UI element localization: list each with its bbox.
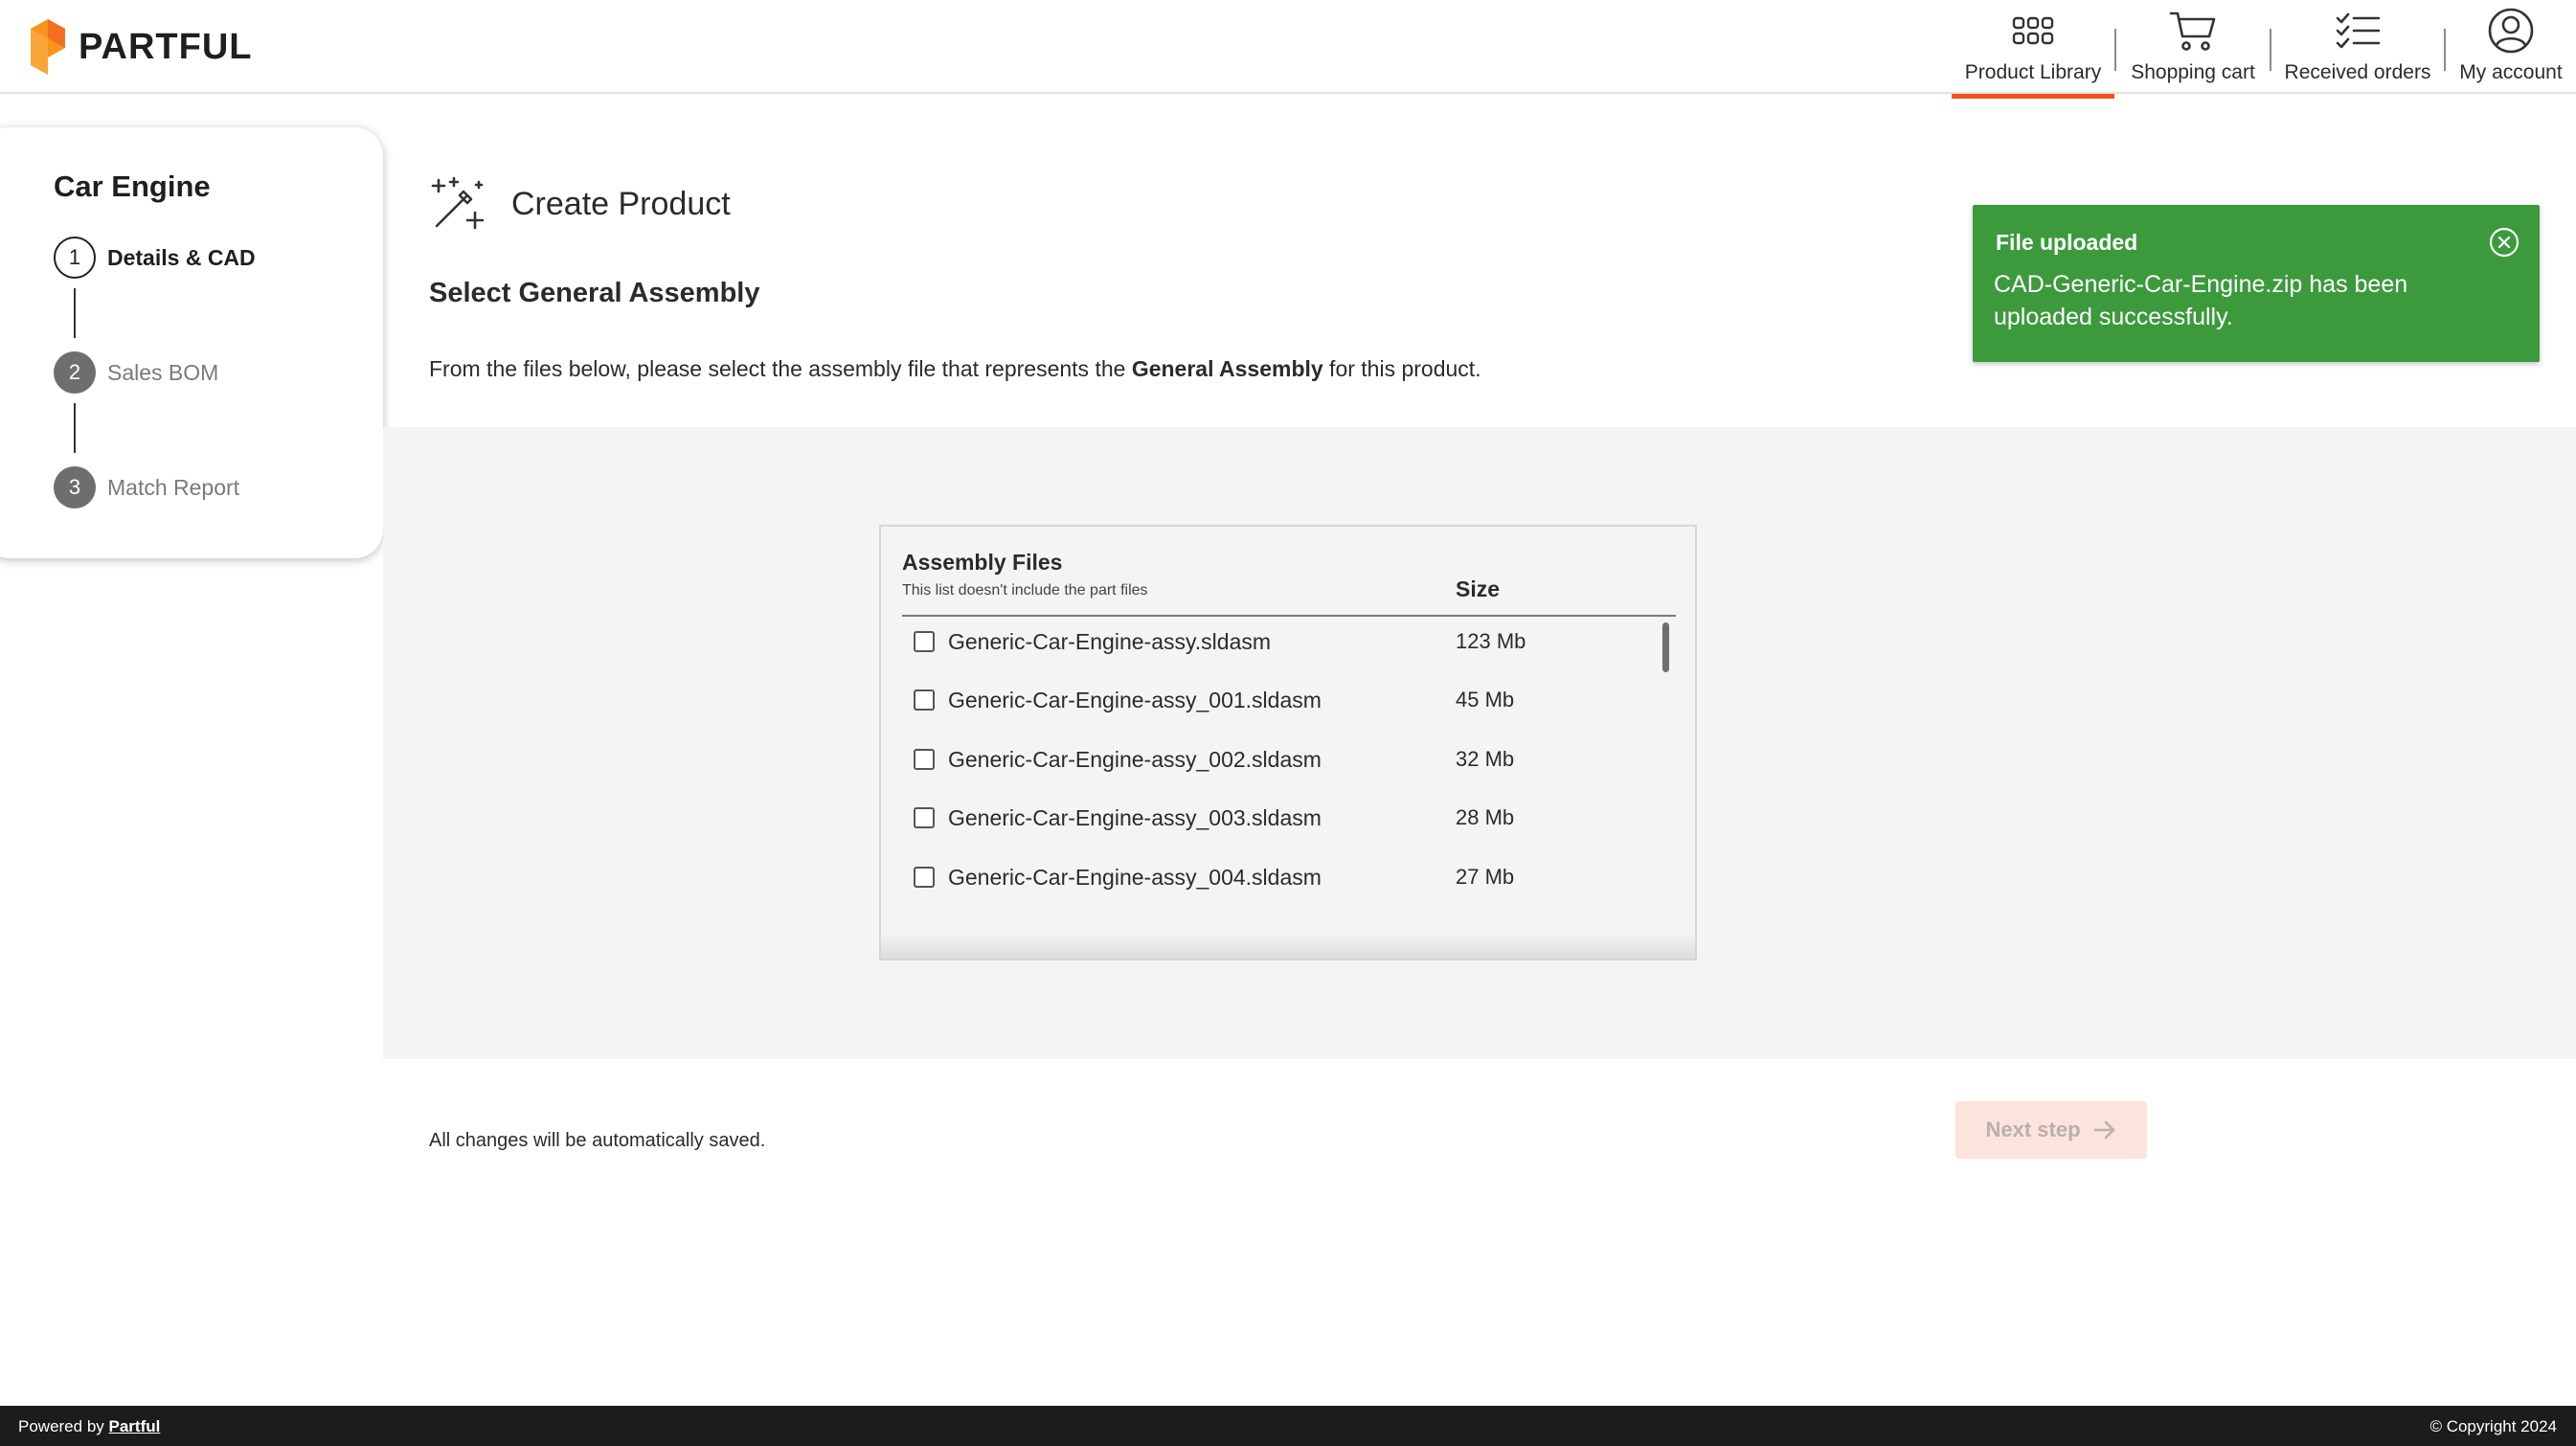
upload-toast: File uploaded CAD-Generic-Car-Engine.zip…: [1973, 205, 2540, 362]
top-header: PARTFUL Product Library Shopping cart Re…: [0, 0, 2576, 99]
file-checkbox[interactable]: [914, 631, 935, 652]
stepper-title: Car Engine: [54, 169, 211, 203]
brand-name: PARTFUL: [79, 26, 253, 67]
file-name: Generic-Car-Engine-assy_004.sldasm: [948, 864, 1322, 890]
file-row[interactable]: Generic-Car-Engine-assy_003.sldasm 28 Mb: [902, 799, 1649, 837]
instructions-part: From the files below, please select the …: [429, 356, 1132, 381]
magic-wand-icon: [431, 176, 485, 230]
close-icon[interactable]: [2488, 226, 2520, 259]
step-number: 2: [54, 351, 96, 394]
powered-by-text: Powered by: [18, 1417, 104, 1435]
file-name: Generic-Car-Engine-assy_001.sldasm: [948, 687, 1322, 712]
nav-label: Received orders: [2284, 61, 2431, 83]
file-size: 28 Mb: [1456, 805, 1515, 829]
grid-icon: [2012, 16, 2054, 45]
product-stepper: Car Engine 1 Details & CAD 2 Sales BOM 3…: [0, 127, 383, 558]
page-header: Create Product: [429, 176, 731, 232]
step-details-cad[interactable]: 1 Details & CAD: [54, 237, 256, 279]
step-match-report[interactable]: 3 Match Report: [54, 466, 239, 508]
file-checkbox[interactable]: [914, 807, 935, 828]
file-checkbox[interactable]: [914, 867, 935, 888]
nav-shopping-cart[interactable]: Shopping cart: [2116, 0, 2270, 94]
copyright: © Copyright 2024: [2429, 1417, 2557, 1435]
file-row[interactable]: Generic-Car-Engine-assy_002.sldasm 32 Mb: [902, 740, 1649, 779]
page-title: Create Product: [511, 185, 731, 222]
file-row[interactable]: Generic-Car-Engine-assy_001.sldasm 45 Mb: [902, 681, 1649, 719]
nav-label: Product Library: [1964, 61, 2102, 83]
file-size: 123 Mb: [1456, 629, 1526, 653]
nav-label: Shopping cart: [2131, 61, 2255, 83]
file-size: 32 Mb: [1456, 747, 1515, 771]
file-row[interactable]: Generic-Car-Engine-assy.sldasm 123 Mb: [902, 622, 1649, 661]
step-label: Details & CAD: [107, 244, 256, 270]
nav-product-library[interactable]: Product Library: [1952, 0, 2114, 99]
file-size: 45 Mb: [1456, 688, 1515, 712]
checklist-icon: [2336, 12, 2381, 49]
file-checkbox[interactable]: [914, 689, 935, 711]
file-row[interactable]: Generic-Car-Engine-assy_004.sldasm 27 Mb: [902, 858, 1649, 896]
nav-label: My account: [2459, 61, 2563, 83]
instructions-emphasis: General Assembly: [1131, 356, 1323, 381]
step-label: Match Report: [107, 474, 240, 500]
toast-message: CAD-Generic-Car-Engine.zip has been uplo…: [1994, 271, 2408, 330]
list-fade: [881, 932, 1695, 959]
partful-link[interactable]: Partful: [109, 1417, 161, 1435]
user-circle-icon: [2488, 8, 2534, 54]
files-title: Assembly Files: [902, 550, 1063, 575]
main-nav: Product Library Shopping cart Received o…: [1952, 0, 2576, 99]
instructions-part: for this product.: [1322, 356, 1481, 381]
step-number: 1: [54, 237, 96, 279]
file-checkbox[interactable]: [914, 749, 935, 770]
step-label: Sales BOM: [107, 359, 219, 385]
step-sales-bom[interactable]: 2 Sales BOM: [54, 351, 218, 394]
file-name: Generic-Car-Engine-assy_003.sldasm: [948, 804, 1322, 830]
instructions-text: From the files below, please select the …: [429, 356, 1481, 382]
step-connector: [74, 403, 76, 453]
nav-my-account[interactable]: My account: [2446, 0, 2576, 94]
file-name: Generic-Car-Engine-assy.sldasm: [948, 628, 1272, 654]
file-size: 27 Mb: [1456, 865, 1515, 889]
page-footer: Powered by Partful © Copyright 2024: [0, 1406, 2576, 1446]
partful-logo-icon: [31, 19, 65, 75]
size-column-header: Size: [1456, 576, 1501, 601]
files-subtitle: This list doesn't include the part files: [902, 582, 1148, 599]
partful-logo[interactable]: PARTFUL: [31, 19, 253, 75]
step-connector: [74, 288, 76, 338]
assembly-files-list: Assembly Files This list doesn't include…: [879, 525, 1697, 960]
powered-by: Powered by Partful: [18, 1417, 160, 1436]
arrow-right-icon: [2093, 1120, 2114, 1140]
autosave-note: All changes will be automatically saved.: [429, 1130, 766, 1151]
cart-icon: [2169, 11, 2216, 51]
next-step-button[interactable]: Next step: [1955, 1101, 2147, 1159]
toast-title: File uploaded: [1996, 230, 2138, 255]
list-scrollbar[interactable]: [1662, 622, 1669, 672]
section-title: Select General Assembly: [429, 278, 760, 308]
header-divider: [902, 615, 1676, 617]
file-name: Generic-Car-Engine-assy_002.sldasm: [948, 746, 1322, 772]
step-number: 3: [54, 466, 96, 508]
next-step-label: Next step: [1985, 1118, 2081, 1141]
nav-received-orders[interactable]: Received orders: [2271, 0, 2444, 94]
